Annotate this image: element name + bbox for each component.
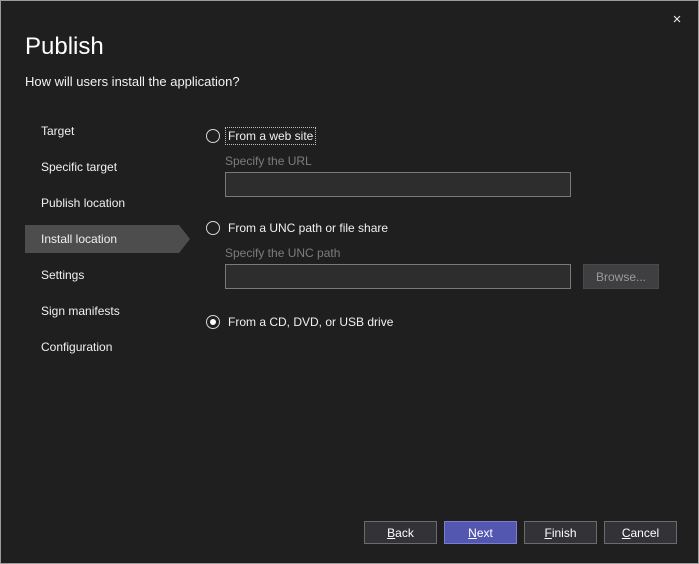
browse-button[interactable]: Browse... [583,264,659,289]
radio-row-unc-path[interactable]: From a UNC path or file share [206,219,676,237]
url-field-label: Specify the URL [225,154,676,168]
page-title: Publish [25,33,104,61]
radio-label-cd-dvd-usb[interactable]: From a CD, DVD, or USB drive [226,314,395,330]
radio-cd-dvd-usb[interactable] [206,315,220,329]
wizard-steps-sidebar: Target Specific target Publish location … [25,117,175,369]
url-input[interactable] [225,172,571,197]
sidebar-item-target[interactable]: Target [25,117,175,145]
publish-dialog: × Publish How will users install the app… [0,0,699,564]
radio-row-web-site[interactable]: From a web site [206,127,676,145]
sidebar-item-settings[interactable]: Settings [25,261,175,289]
unc-input[interactable] [225,264,571,289]
install-location-panel: From a web site Specify the URL From a U… [206,127,676,331]
cancel-button[interactable]: Cancel [604,521,677,544]
radio-row-cd-dvd-usb[interactable]: From a CD, DVD, or USB drive [206,313,676,331]
page-subtitle: How will users install the application? [25,74,240,89]
radio-web-site[interactable] [206,129,220,143]
radio-label-unc-path[interactable]: From a UNC path or file share [226,220,390,236]
sidebar-item-sign-manifests[interactable]: Sign manifests [25,297,175,325]
radio-unc-path[interactable] [206,221,220,235]
back-button[interactable]: Back [364,521,437,544]
sidebar-item-publish-location[interactable]: Publish location [25,189,175,217]
sidebar-item-specific-target[interactable]: Specific target [25,153,175,181]
close-icon[interactable]: × [666,9,688,31]
unc-field-label: Specify the UNC path [225,246,676,260]
radio-label-web-site[interactable]: From a web site [226,128,315,144]
sidebar-item-install-location[interactable]: Install location [25,225,179,253]
next-button[interactable]: Next [444,521,517,544]
sidebar-item-configuration[interactable]: Configuration [25,333,175,361]
footer-buttons: Back Next Finish Cancel [364,521,677,544]
finish-button[interactable]: Finish [524,521,597,544]
